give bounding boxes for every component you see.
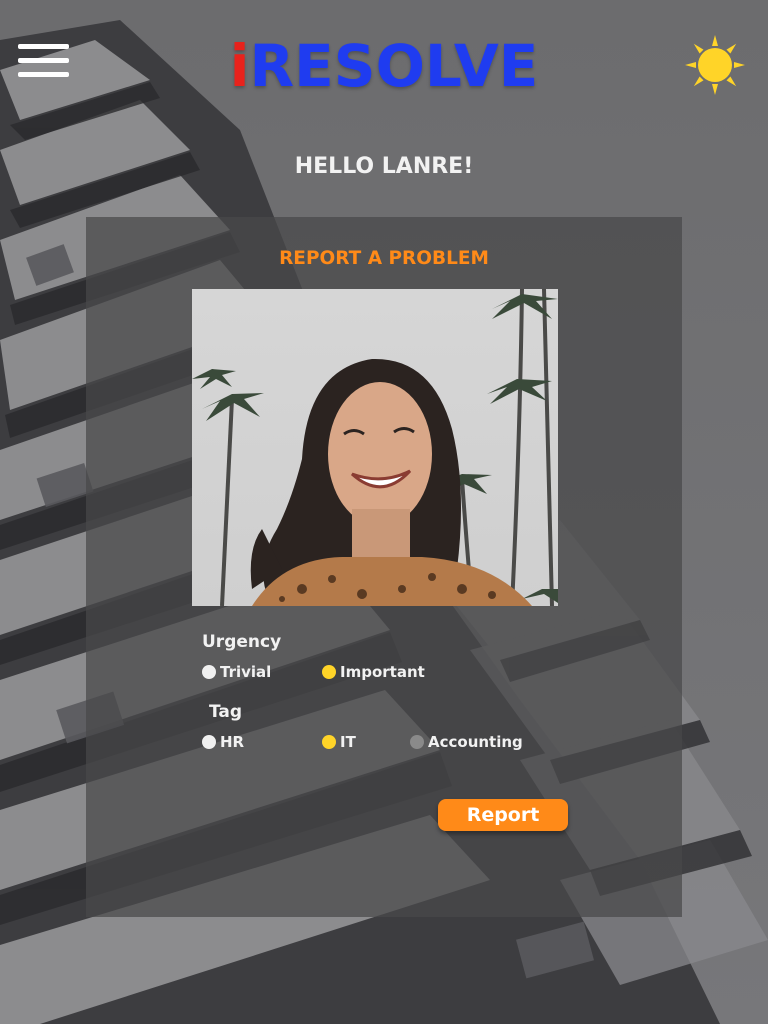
radio-label: Trivial <box>220 663 272 681</box>
radio-unselected-icon <box>202 665 216 679</box>
radio-label: IT <box>340 733 356 751</box>
tag-option-it[interactable]: IT <box>322 733 356 751</box>
sun-icon[interactable] <box>684 34 746 96</box>
profile-photo <box>192 289 558 606</box>
logo-rest: RESOLVE <box>249 32 539 100</box>
radio-selected-icon <box>322 735 336 749</box>
radio-label: Accounting <box>428 733 523 751</box>
urgency-label: Urgency <box>202 632 282 652</box>
urgency-option-important[interactable]: Important <box>322 663 425 681</box>
report-problem-card: REPORT A PROBLEM Urgency Trivial Importa… <box>86 217 682 917</box>
logo-first-letter: i <box>229 32 250 100</box>
tag-option-accounting[interactable]: Accounting <box>410 733 523 751</box>
radio-unselected-icon <box>202 735 216 749</box>
card-title: REPORT A PROBLEM <box>279 248 489 269</box>
tag-option-hr[interactable]: HR <box>202 733 244 751</box>
greeting-text: HELLO LANRE! <box>294 154 474 179</box>
report-button[interactable]: Report <box>438 799 568 831</box>
radio-selected-icon <box>322 665 336 679</box>
radio-label: HR <box>220 733 245 751</box>
urgency-option-trivial[interactable]: Trivial <box>202 663 271 681</box>
radio-disabled-icon <box>410 735 424 749</box>
tag-label: Tag <box>209 702 243 722</box>
app-logo: iRESOLVE <box>0 30 768 102</box>
radio-label: Important <box>340 663 425 681</box>
